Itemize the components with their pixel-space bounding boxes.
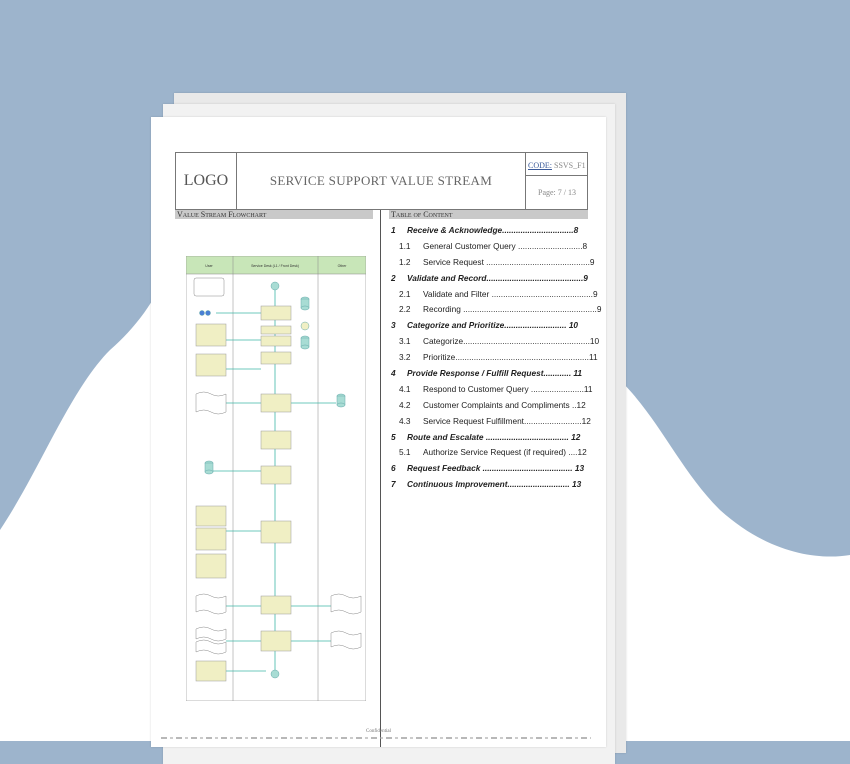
- document-title: SERVICE SUPPORT VALUE STREAM: [269, 173, 493, 188]
- meta-divider: [526, 175, 588, 176]
- toc-item[interactable]: 4.2 Customer Complaints and Compliments .…: [391, 398, 591, 414]
- toc-number: 6: [391, 463, 396, 474]
- toc-item[interactable]: 4.1 Respond to Customer Query ...........…: [391, 382, 593, 398]
- code-value: SSVS_F1: [554, 161, 586, 170]
- toc-number: 4.2: [399, 399, 411, 410]
- toc-number: 1.2: [399, 256, 411, 267]
- toc-item[interactable]: 7 Continuous Improvement.................…: [391, 477, 591, 493]
- document-page: LOGO SERVICE SUPPORT VALUE STREAM CODE: …: [151, 117, 606, 747]
- toc-number: 4: [391, 368, 396, 379]
- footer-confidential: Confidential: [366, 729, 391, 734]
- toc-number: 3: [391, 320, 396, 331]
- document-code: CODE: SSVS_F1: [528, 161, 586, 170]
- lane-other: Other: [338, 264, 348, 268]
- toc-label: Route and Escalate .....................…: [407, 431, 581, 442]
- toc-number: 2.2: [399, 304, 411, 315]
- toc-number: 4.3: [399, 415, 411, 426]
- toc-number: 3.2: [399, 352, 411, 363]
- toc-item[interactable]: 2 Validate and Record....................…: [391, 271, 591, 287]
- value-stream-flowchart: User Service Desk (L1 / Front Desk) Othe…: [186, 256, 366, 701]
- toc-item[interactable]: 4.3 Service Request Fulfillment..........…: [391, 414, 591, 430]
- toc-number: 4.1: [399, 383, 411, 394]
- toc-label: Continuous Improvement..................…: [407, 479, 582, 490]
- toc-item[interactable]: 1 Receive & Acknowledge..................…: [391, 223, 591, 239]
- toc-item[interactable]: 3 Categorize and Prioritize..............…: [391, 318, 591, 334]
- toc-item[interactable]: 2.2 Recording ...........................…: [391, 302, 601, 318]
- toc-item[interactable]: 2.1 Validate and Filter .................…: [391, 287, 598, 303]
- toc-label: Categorize and Prioritize...............…: [407, 320, 579, 331]
- toc-label: Validate and Record.....................…: [407, 272, 588, 283]
- toc-label: Request Feedback .......................…: [407, 463, 585, 474]
- toc-number: 2.1: [399, 288, 411, 299]
- toc-label: Receive & Acknowledge...................…: [407, 225, 579, 235]
- toc-item[interactable]: 4 Provide Response / Fulfill Request.....…: [391, 366, 591, 382]
- toc-label: Authorize Service Request (if required) …: [423, 447, 587, 458]
- toc-number: 7: [391, 479, 396, 490]
- toc-number: 1.1: [399, 240, 411, 251]
- toc-number: 1: [391, 225, 396, 235]
- toc-label: General Customer Query .................…: [423, 240, 588, 251]
- toc-number: 5: [391, 431, 396, 442]
- toc-label: Provide Response / Fulfill Request......…: [407, 368, 583, 379]
- code-label: CODE:: [528, 161, 552, 170]
- toc-label: Prioritize..............................…: [423, 352, 598, 363]
- column-divider: [380, 210, 381, 747]
- toc-item[interactable]: 5 Route and Escalate ....................…: [391, 430, 591, 446]
- section-toc-heading: Table of Content: [389, 210, 588, 219]
- toc-number: 3.1: [399, 336, 411, 347]
- document-meta: CODE: SSVS_F1 Page: 7 / 13: [525, 153, 588, 209]
- toc-label: Customer Complaints and Compliments ..12: [423, 399, 586, 410]
- footer-text-line: [161, 737, 591, 739]
- toc-item[interactable]: 5.1 Authorize Service Request (if require…: [391, 445, 591, 461]
- toc-label: Service Request Fulfillment.............…: [423, 415, 591, 426]
- lane-user: User: [205, 264, 213, 268]
- toc-number: 2: [391, 272, 396, 283]
- section-flowchart-heading: Value Stream Flowchart: [175, 210, 373, 219]
- toc-label: Validate and Filter ....................…: [423, 288, 598, 299]
- toc-number: 5.1: [399, 447, 411, 458]
- table-of-contents: 1 Receive & Acknowledge..................…: [391, 223, 601, 493]
- toc-item[interactable]: 3.2 Prioritize...........................…: [391, 350, 598, 366]
- toc-label: Respond to Customer Query ..............…: [423, 383, 593, 394]
- logo: LOGO: [176, 153, 237, 209]
- toc-label: Categorize..............................…: [423, 336, 600, 347]
- toc-item[interactable]: 1.1 General Customer Query ..............…: [391, 239, 591, 255]
- page-number: Page: 7 / 13: [538, 188, 576, 197]
- toc-item[interactable]: 6 Request Feedback ......................…: [391, 461, 591, 477]
- lane-service-desk: Service Desk (L1 / Front Desk): [251, 264, 299, 268]
- toc-label: Service Request ........................…: [423, 256, 595, 267]
- toc-item[interactable]: 1.2 Service Request .....................…: [391, 255, 595, 271]
- toc-item[interactable]: 3.1 Categorize...........................…: [391, 334, 599, 350]
- document-header: LOGO SERVICE SUPPORT VALUE STREAM CODE: …: [175, 152, 588, 210]
- toc-label: Recording ..............................…: [423, 304, 602, 315]
